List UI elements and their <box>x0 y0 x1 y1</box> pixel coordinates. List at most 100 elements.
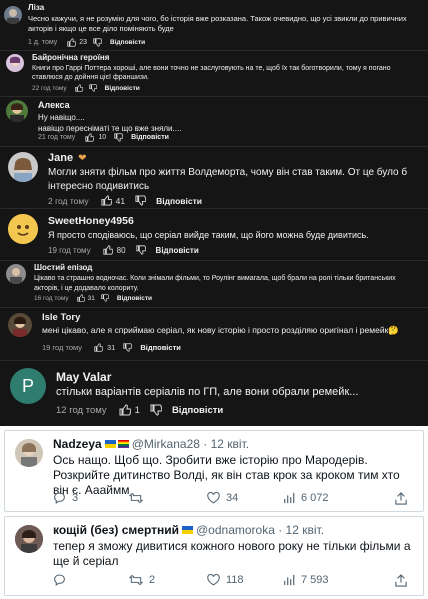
view-count: 7 593 <box>301 574 329 586</box>
tweet-handle[interactable]: @Mirkana28 · 12 квіт. <box>132 437 249 451</box>
views-icon <box>284 492 295 504</box>
share-icon <box>395 573 407 587</box>
like-count: 34 <box>226 492 239 504</box>
like-button[interactable]: 10 <box>85 133 106 142</box>
heart-icon <box>207 574 220 586</box>
share-icon <box>395 491 407 505</box>
like-action[interactable]: 118 <box>207 574 244 586</box>
like-button[interactable]: 23 <box>67 38 87 47</box>
comment-text: Я просто сподіваюсь, що серіал вийде так… <box>48 230 369 240</box>
reply-button[interactable]: Відповісти <box>105 85 140 92</box>
reply-button[interactable]: Відповісти <box>172 405 223 416</box>
twitter-replies-panel: Nadzeya @Mirkana28 · 12 квіт. Ось нащо. … <box>0 426 428 599</box>
like-button[interactable]: 41 <box>101 195 125 206</box>
thumb-up-icon <box>101 195 112 206</box>
view-count: 6 072 <box>301 492 329 504</box>
reply-button[interactable]: Відповісти <box>140 343 181 352</box>
heart-emoji-icon: ❤ <box>78 153 87 164</box>
reply-button[interactable]: Відповісти <box>131 134 169 141</box>
like-button[interactable]: 31 <box>76 294 95 302</box>
comment-text: Цікаво та страшно водночас. Коли знімали… <box>34 275 396 292</box>
comment-author[interactable]: SweetHoney4956 <box>48 215 134 227</box>
thumb-up-icon <box>85 133 95 142</box>
like-button[interactable]: 1 <box>119 404 140 416</box>
reply-button[interactable]: Відповісти <box>156 246 199 255</box>
tweet-text: тепер я зможу дивитися кожного нового ро… <box>53 539 411 568</box>
retweet-action[interactable]: 2 <box>129 574 155 586</box>
comment-author[interactable]: Шостий епізод <box>34 263 92 272</box>
comment-meta: 1 д. тому 23 Відповісти <box>28 38 145 47</box>
tweet-author[interactable]: кощій (без) смертний <box>53 523 179 537</box>
views-action[interactable]: 7 593 <box>283 574 329 586</box>
thumb-down-icon[interactable] <box>150 404 162 416</box>
comment-meta: 12 год тому 1 Відповісти <box>56 404 223 416</box>
comment-author[interactable]: May Valar <box>56 370 111 384</box>
rainbow-flag-icon <box>117 440 129 448</box>
tweet-card[interactable]: кощій (без) смертний @odnamoroka · 12 кв… <box>4 516 424 596</box>
like-action[interactable]: 34 <box>207 492 238 504</box>
reply-button[interactable]: Відповісти <box>110 39 145 46</box>
comment-meta: 16 год тому 31 Відповісти <box>34 294 152 302</box>
like-count: 118 <box>226 574 244 586</box>
reply-button[interactable]: Відповісти <box>117 295 152 302</box>
like-button[interactable]: 31 <box>94 343 115 352</box>
share-action[interactable] <box>395 573 407 587</box>
thumb-down-icon[interactable] <box>135 245 146 255</box>
like-button[interactable]: 80 <box>103 245 126 255</box>
comment-author[interactable]: Алекса <box>38 100 70 110</box>
comment-meta: 2 год тому 41 Відповісти <box>48 195 202 206</box>
comment-time: 19 год тому <box>42 343 82 352</box>
tweet-actions: 2 118 7 593 <box>53 573 415 587</box>
avatar[interactable] <box>6 54 24 72</box>
comment-author[interactable]: Байронічна героїня <box>32 53 109 62</box>
avatar[interactable] <box>15 439 43 467</box>
views-action[interactable]: 6 072 <box>283 492 329 504</box>
reply-button[interactable]: Відповісти <box>156 196 202 206</box>
tweet-author[interactable]: Nadzeya <box>53 437 102 451</box>
like-count: 10 <box>98 134 107 141</box>
thumb-down-icon[interactable] <box>101 294 109 302</box>
retweet-icon <box>129 574 143 586</box>
thumb-down-icon[interactable] <box>88 84 97 92</box>
avatar[interactable] <box>15 525 43 553</box>
heart-icon <box>207 492 220 504</box>
avatar[interactable] <box>6 100 28 122</box>
views-icon <box>284 574 295 586</box>
tweet-handle[interactable]: @odnamoroka · 12 квіт. <box>196 523 324 537</box>
avatar[interactable] <box>8 313 32 337</box>
comment-author[interactable]: Isle Tory <box>42 312 80 323</box>
comment-meta: 19 год тому 80 Відповісти <box>48 245 199 255</box>
like-count: 41 <box>115 195 126 206</box>
like-count: 1 <box>134 404 140 416</box>
tweet-card[interactable]: Nadzeya @Mirkana28 · 12 квіт. Ось нащо. … <box>4 430 424 512</box>
retweet-action[interactable] <box>129 492 149 504</box>
youtube-comments-panel: Ліза Чесно кажучи, я не розумію для чого… <box>0 0 428 426</box>
reply-action[interactable] <box>53 574 72 586</box>
thumb-up-icon <box>94 343 103 352</box>
thumb-down-icon[interactable] <box>123 343 133 352</box>
comment-time: 19 год тому <box>48 245 91 255</box>
comment-time: 12 год тому <box>56 404 107 416</box>
thumb-up-icon <box>119 404 131 416</box>
thumb-down-icon[interactable] <box>114 133 124 142</box>
thumb-down-icon[interactable] <box>135 195 147 206</box>
avatar[interactable]: P <box>10 368 46 404</box>
thumb-down-icon[interactable] <box>93 38 103 47</box>
reply-action[interactable]: 3 <box>53 492 78 504</box>
comment-author[interactable]: Jane ❤ <box>48 152 87 164</box>
comment-time: 16 год тому <box>34 294 69 302</box>
like-count: 31 <box>106 343 116 352</box>
thumb-up-icon[interactable] <box>74 84 83 92</box>
tweet-header: Nadzeya @Mirkana28 · 12 квіт. <box>53 437 249 451</box>
thumb-up-icon <box>76 294 85 302</box>
comment-text: стільки варіантів серіалів по ГП, але во… <box>56 386 359 398</box>
avatar[interactable] <box>8 214 38 244</box>
reply-icon <box>54 492 65 504</box>
avatar[interactable] <box>8 152 38 182</box>
share-action[interactable] <box>395 491 407 505</box>
avatar[interactable] <box>4 6 22 24</box>
comment-author[interactable]: Ліза <box>28 3 44 12</box>
ukraine-flag-icon <box>182 526 193 534</box>
comment-text: Могли зняти фільм про життя Волдеморта, … <box>48 167 408 192</box>
avatar[interactable] <box>6 264 26 284</box>
